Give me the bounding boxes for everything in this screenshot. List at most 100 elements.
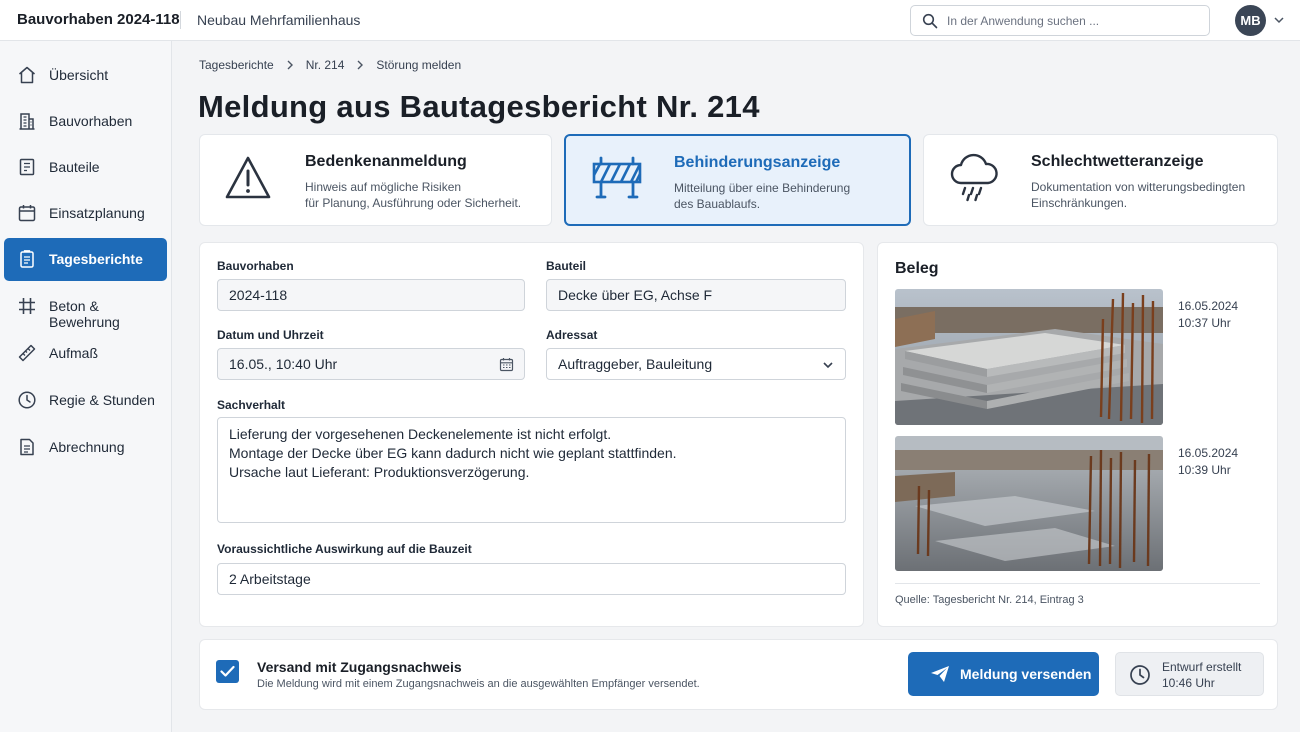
breadcrumb: Tagesberichte Nr. 214 Störung melden — [199, 58, 461, 72]
sidebar-item-abrechnung[interactable]: Abrechnung — [4, 426, 167, 469]
sachverhalt-line: Lieferung der vorgesehenen Deckenelement… — [229, 426, 612, 442]
photo-timestamp: 16.05.2024 10:37 Uhr — [1178, 298, 1238, 332]
beleg-title: Beleg — [895, 260, 939, 277]
photo-timestamp: 16.05.2024 10:39 Uhr — [1178, 445, 1238, 479]
sidebar-item-bauteile[interactable]: Bauteile — [4, 146, 167, 189]
photo-time: 10:39 Uhr — [1178, 463, 1231, 477]
type-card-schlechtwetteranzeige[interactable]: Schlechtwetteranzeige Dokumentation von … — [923, 134, 1278, 226]
type-card-description: Mitteilung über eine Behinderung des Bau… — [674, 180, 850, 212]
ruler-icon — [18, 344, 36, 362]
sidebar-item-label: Bauvorhaben — [49, 113, 133, 129]
sidebar-item-aufmass[interactable]: Aufmaß — [4, 332, 167, 375]
photo-date: 16.05.2024 — [1178, 299, 1239, 313]
type-card-bedenkenanmeldung[interactable]: Bedenkenanmeldung Hinweis auf mögliche R… — [199, 134, 552, 226]
chevron-down-icon — [823, 362, 833, 369]
sidebar: Übersicht Bauvorhaben Bauteile Einsatzpl… — [0, 41, 172, 732]
calendar-icon[interactable] — [499, 357, 514, 372]
project-name: Neubau Mehrfamilienhaus — [197, 12, 361, 28]
search-box[interactable] — [910, 5, 1210, 36]
bauteil-label: Bauteil — [546, 259, 587, 273]
sachverhalt-textarea[interactable]: Lieferung der vorgesehenen Deckenelement… — [217, 417, 846, 523]
sidebar-item-label: Beton & Bewehrung — [49, 298, 120, 330]
rain-cloud-icon — [950, 153, 998, 202]
photo-image — [895, 289, 1163, 425]
draft-status: Entwurf erstellt 10:46 Uhr — [1115, 652, 1264, 696]
breadcrumb-item[interactable]: Tagesberichte — [199, 58, 274, 72]
sidebar-item-einsatzplanung[interactable]: Einsatzplanung — [4, 192, 167, 235]
sidebar-item-tagesberichte[interactable]: Tagesberichte — [4, 238, 167, 281]
datum-field[interactable]: 16.05., 10:40 Uhr — [217, 348, 525, 380]
sachverhalt-label: Sachverhalt — [217, 398, 286, 412]
adressat-select[interactable]: Auftraggeber, Bauleitung — [546, 348, 846, 380]
type-card-description: Hinweis auf mögliche Risiken für Planung… — [305, 179, 521, 211]
sidebar-item-label: Übersicht — [49, 67, 109, 83]
beleg-source: Quelle: Tagesbericht Nr. 214, Eintrag 3 — [895, 594, 1084, 606]
auswirkung-field[interactable]: 2 Arbeitstage — [217, 563, 846, 595]
type-card-title: Schlechtwetteranzeige — [1031, 153, 1204, 170]
type-card-desc-line: des Bauablaufs. — [674, 197, 761, 211]
sachverhalt-line: Montage der Decke über EG kann dadurch n… — [229, 445, 677, 461]
send-button-label: Meldung versenden — [960, 666, 1092, 682]
precast-slabs-photo[interactable] — [895, 289, 1163, 425]
sidebar-item-bauvorhaben[interactable]: Bauvorhaben — [4, 100, 167, 143]
sidebar-item-regie-stunden[interactable]: Regie & Stunden — [4, 379, 167, 422]
chevron-right-icon — [357, 60, 364, 70]
chevron-right-icon — [287, 60, 293, 70]
sidebar-item-label: Abrechnung — [49, 439, 125, 455]
type-card-desc-line: für Planung, Ausführung oder Sicherheit. — [305, 196, 522, 210]
warning-icon — [225, 156, 271, 199]
report-icon — [20, 250, 34, 268]
clock-icon — [1130, 665, 1150, 685]
top-bar: Bauvorhaben 2024-118 Neubau Mehrfamilien… — [0, 0, 1300, 41]
send-button[interactable]: Meldung versenden — [908, 652, 1099, 696]
chevron-down-icon[interactable] — [1273, 14, 1285, 26]
type-card-behinderungsanzeige[interactable]: Behinderungsanzeige Mitteilung über eine… — [564, 134, 911, 226]
adressat-value: Auftraggeber, Bauleitung — [558, 356, 713, 372]
type-card-title: Behinderungsanzeige — [674, 154, 841, 171]
sidebar-item-beton-bewehrung[interactable]: Beton & Bewehrung — [4, 285, 167, 330]
draft-time: 10:46 Uhr — [1162, 676, 1215, 690]
versand-title: Versand mit Zugangsnachweis — [257, 659, 462, 675]
beleg-divider — [895, 583, 1260, 584]
adressat-label: Adressat — [546, 328, 598, 342]
type-card-desc-line: Mitteilung über eine Behinderung — [674, 181, 851, 195]
sidebar-item-label: Tagesberichte — [49, 251, 143, 267]
datum-label: Datum und Uhrzeit — [217, 328, 324, 342]
bauvorhaben-field[interactable]: 2024-118 — [217, 279, 525, 311]
sidebar-item-label: Einsatzplanung — [49, 205, 145, 221]
auswirkung-label: Voraussichtliche Auswirkung auf die Bauz… — [217, 542, 472, 556]
datum-value: 16.05., 10:40 Uhr — [229, 356, 338, 372]
search-input[interactable] — [947, 12, 1197, 30]
empty-slab-photo[interactable] — [895, 436, 1163, 571]
invoice-icon — [20, 438, 34, 456]
photo-date: 16.05.2024 — [1178, 446, 1239, 460]
components-icon — [19, 158, 35, 176]
sidebar-item-label: Bauteile — [49, 159, 100, 175]
type-card-desc-line: Hinweis auf mögliche Risiken — [305, 180, 462, 194]
bauvorhaben-label: Bauvorhaben — [217, 259, 294, 273]
sidebar-item-label: Regie & Stunden — [49, 392, 155, 408]
search-icon — [922, 13, 938, 29]
type-card-desc-line: Dokumentation von witterungsbedingten — [1031, 180, 1246, 194]
photo-image — [895, 436, 1163, 571]
sachverhalt-line: Ursache laut Lieferant: Produktionsverzö… — [229, 464, 530, 480]
versand-checkbox[interactable] — [216, 660, 239, 683]
versand-description: Die Meldung wird mit einem Zugangsnachwe… — [257, 678, 700, 690]
type-card-description: Dokumentation von witterungsbedingten Ei… — [1031, 179, 1245, 211]
type-card-desc-line: Einschränkungen. — [1031, 196, 1128, 210]
calendar-icon — [18, 205, 36, 222]
draft-label: Entwurf erstellt — [1162, 660, 1242, 674]
grid-icon — [19, 298, 35, 314]
app-title[interactable]: Bauvorhaben 2024-118 — [17, 11, 180, 28]
home-icon — [19, 66, 35, 84]
paper-plane-icon — [931, 666, 949, 682]
sidebar-item-uebersicht[interactable]: Übersicht — [4, 54, 167, 97]
clock-icon — [18, 391, 36, 409]
header-divider — [180, 11, 181, 29]
building-icon — [19, 113, 35, 130]
bauteil-field[interactable]: Decke über EG, Achse F — [546, 279, 846, 311]
breadcrumb-current: Störung melden — [376, 58, 462, 72]
breadcrumb-item[interactable]: Nr. 214 — [306, 58, 345, 72]
page-title: Meldung aus Bautagesbericht Nr. 214 — [198, 89, 760, 124]
user-avatar[interactable]: MB — [1235, 5, 1266, 36]
